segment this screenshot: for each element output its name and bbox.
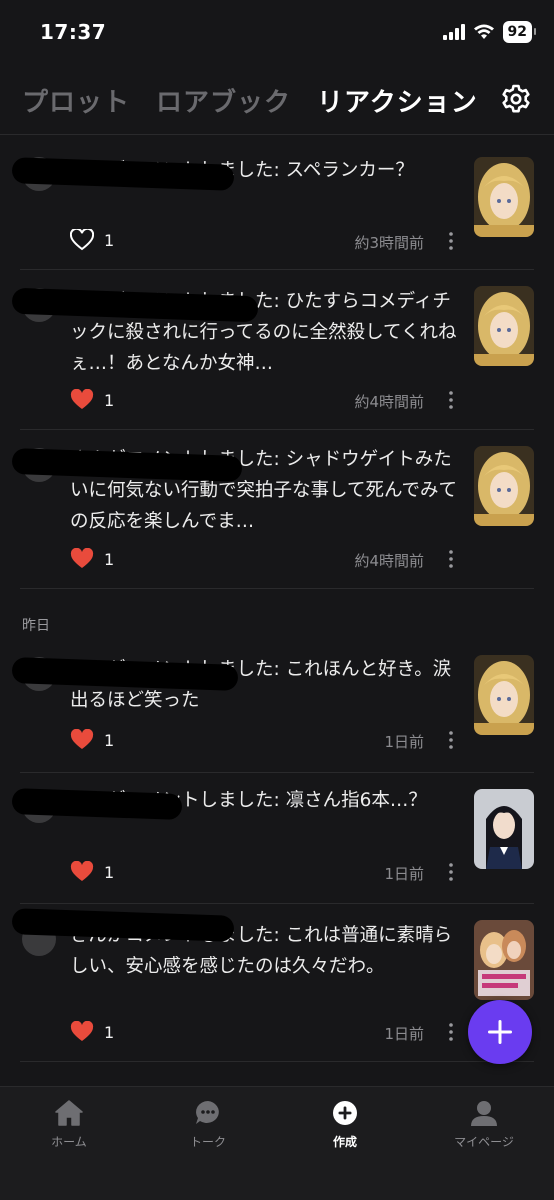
heart-filled-icon <box>70 548 94 568</box>
timestamp: 約4時間前 <box>354 393 424 411</box>
nav-mypage[interactable]: マイページ <box>439 1099 529 1150</box>
heart-outline-icon <box>70 229 94 251</box>
tab-reaction[interactable]: リアクション <box>317 82 478 119</box>
nav-label: 作成 <box>332 1135 357 1149</box>
notification-item[interactable]: さんがコメントしました: 凛さん指6本…？ 1 1日前 <box>11 773 534 904</box>
character-thumbnail-image <box>474 789 534 869</box>
timestamp: 約3時間前 <box>354 234 424 252</box>
notification-item[interactable]: さんがコメントしました: ひたすらコメディチックに殺されに行ってるのに全然殺して… <box>11 270 534 430</box>
nav-label: ホーム <box>51 1135 87 1149</box>
like-count: 1 <box>104 862 115 882</box>
plot-thumbnail[interactable] <box>474 789 534 869</box>
wifi-icon <box>473 24 494 39</box>
home-icon <box>55 1100 83 1126</box>
status-indicators: 92 <box>442 21 537 43</box>
status-bar: 17:37 92 <box>0 0 554 64</box>
like-button[interactable]: 1 <box>70 548 114 570</box>
character-thumbnail-image <box>474 286 534 366</box>
chat-icon <box>196 1101 219 1124</box>
timestamp: 1日前 <box>384 733 424 751</box>
battery-indicator: 92 <box>502 21 537 43</box>
character-thumbnail-image <box>474 446 534 526</box>
plot-thumbnail[interactable] <box>474 446 534 526</box>
timestamp: 1日前 <box>384 1025 424 1043</box>
more-vertical-icon[interactable] <box>448 389 454 411</box>
like-button[interactable]: 1 <box>70 229 114 251</box>
reaction-feed: さんがコメントしました: スペランカー？ 1 約3時間前 さんがコメントしました… <box>0 135 554 1062</box>
like-count: 1 <box>104 230 115 250</box>
nav-talk[interactable]: トーク <box>163 1099 253 1150</box>
nav-create[interactable]: 作成 <box>300 1099 390 1150</box>
timestamp: 1日前 <box>384 865 424 883</box>
plot-thumbnail[interactable] <box>474 286 534 366</box>
nav-home[interactable]: ホーム <box>24 1099 114 1150</box>
settings-button[interactable] <box>500 83 532 115</box>
like-button[interactable]: 1 <box>70 729 114 751</box>
signal-icon <box>442 24 465 40</box>
like-count: 1 <box>104 730 115 750</box>
character-thumbnail-image <box>474 157 534 237</box>
plot-thumbnail[interactable] <box>474 655 534 735</box>
nav-label: マイページ <box>454 1135 514 1149</box>
like-count: 1 <box>104 390 115 410</box>
heart-filled-icon <box>70 729 94 749</box>
bottom-nav: ホーム トーク 作成 マイページ <box>0 1086 554 1200</box>
tab-plot[interactable]: プロット <box>22 82 130 119</box>
create-fab-button[interactable] <box>468 1000 532 1064</box>
plus-icon <box>488 1020 512 1044</box>
notification-item[interactable]: さんがコメントしました: これほんと好き。涙出るほど笑った 1 1日前 <box>11 645 534 773</box>
character-thumbnail-image <box>474 920 534 1000</box>
section-label: 昨日 <box>22 618 50 634</box>
heart-filled-icon <box>70 389 94 409</box>
plot-thumbnail[interactable] <box>474 157 534 237</box>
tab-lorebook[interactable]: ロアブック <box>156 82 291 119</box>
heart-filled-icon <box>70 1021 94 1041</box>
heart-filled-icon <box>70 861 94 881</box>
like-button[interactable]: 1 <box>70 1021 114 1043</box>
notification-item[interactable]: さんがコメントしました: これは普通に素晴らしい、安心感を感じたのは久々だわ。 … <box>11 904 534 1062</box>
more-vertical-icon[interactable] <box>448 729 454 751</box>
more-vertical-icon[interactable] <box>448 861 454 883</box>
like-button[interactable]: 1 <box>70 389 114 411</box>
profile-icon <box>471 1101 497 1126</box>
section-header-yesterday: 昨日 <box>0 589 554 645</box>
timestamp: 約4時間前 <box>354 552 424 570</box>
like-count: 1 <box>104 1022 115 1042</box>
status-time: 17:37 <box>40 20 107 44</box>
character-thumbnail-image <box>474 655 534 735</box>
more-vertical-icon[interactable] <box>448 230 454 252</box>
more-vertical-icon[interactable] <box>448 548 454 570</box>
create-icon <box>333 1101 357 1125</box>
notification-item[interactable]: さんがコメントしました: スペランカー？ 1 約3時間前 <box>11 135 534 270</box>
more-vertical-icon[interactable] <box>448 1021 454 1043</box>
top-tabs: プロット ロアブック リアクション <box>22 82 478 119</box>
notification-item[interactable]: さんがコメントしました: シャドウゲイトみたいに何気ない行動で突拍子な事して死ん… <box>11 430 534 589</box>
like-button[interactable]: 1 <box>70 861 114 883</box>
like-count: 1 <box>104 549 115 569</box>
gear-icon <box>502 84 530 113</box>
plot-thumbnail[interactable] <box>474 920 534 1000</box>
nav-label: トーク <box>189 1135 226 1149</box>
